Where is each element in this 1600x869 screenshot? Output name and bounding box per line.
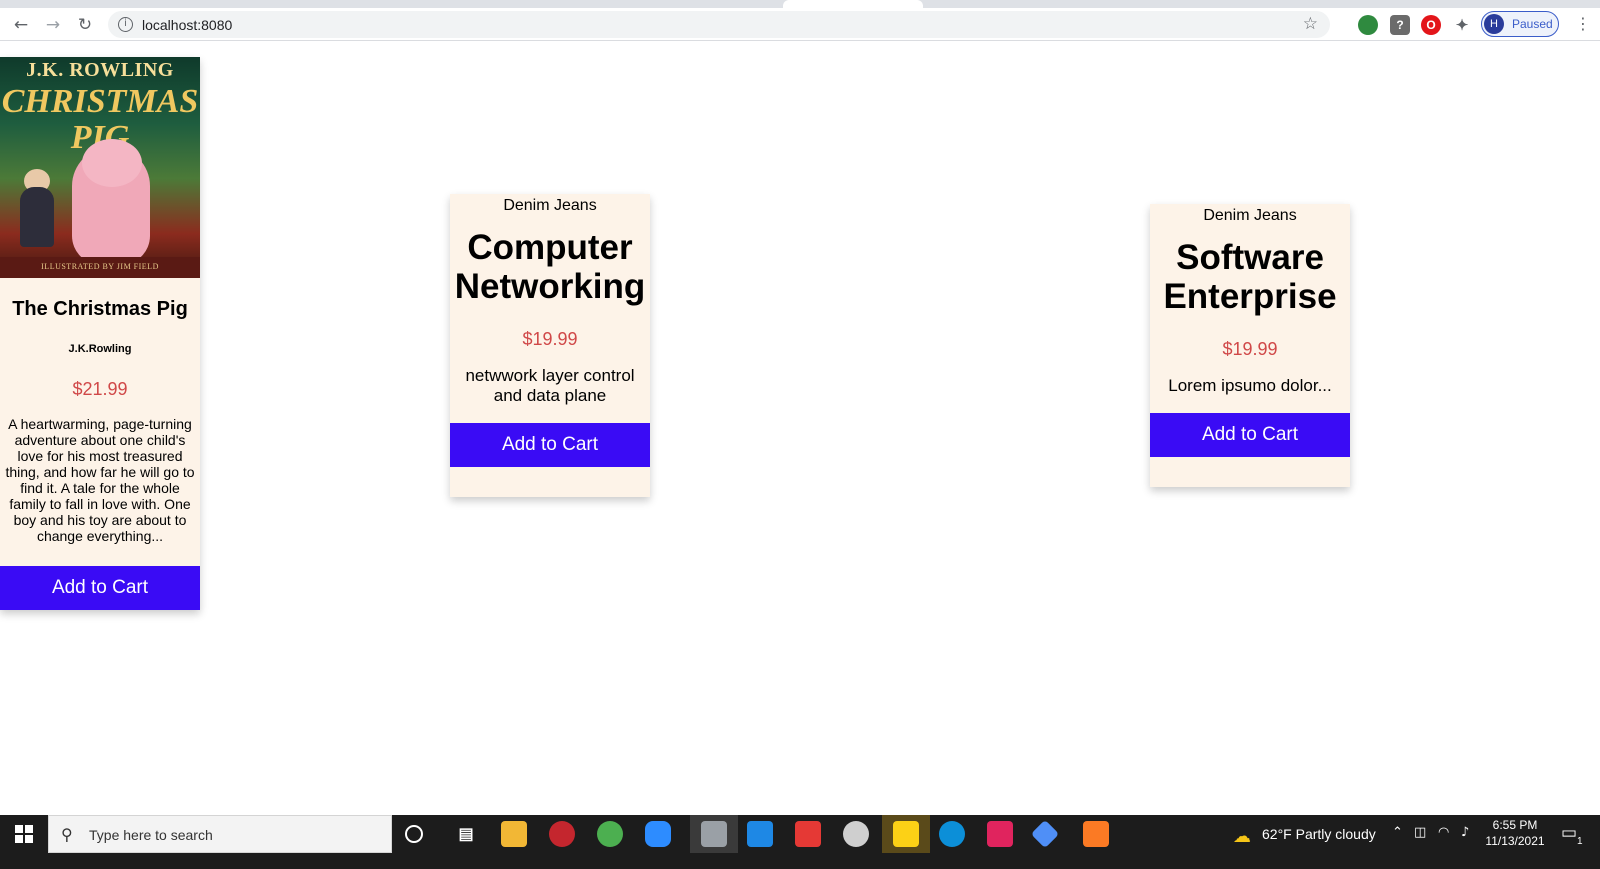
weather-icon[interactable]: ☁ [1233,826,1251,847]
clock-time: 6:55 PM [1492,818,1538,832]
cover-author: J.K. ROWLING [26,59,174,81]
product-card: Denim Jeans Computer Networking $19.99 n… [450,194,650,497]
extensions-puzzle-icon[interactable]: ✦ [1452,15,1472,35]
recorder-icon[interactable] [795,821,821,847]
mail-icon[interactable] [747,821,773,847]
add-to-cart-button[interactable]: Add to Cart [0,566,200,610]
product-description: netwwork layer control and data plane [465,366,635,405]
cortana-icon[interactable] [405,825,423,843]
product-title: The Christmas Pig [12,298,188,320]
avatar: H [1484,14,1504,34]
product-price: $19.99 [1222,339,1278,359]
notification-count: 1 [1577,836,1583,847]
forward-icon[interactable]: → [40,12,66,38]
site-info-icon[interactable]: i [118,17,133,32]
active-tab[interactable] [783,0,923,8]
add-to-cart-button[interactable]: Add to Cart [450,423,650,467]
product-card: J.K. ROWLING CHRISTMAS PIG ILLUSTRATED B… [0,57,200,610]
chevron-up-icon[interactable]: ⌃ [1392,825,1403,840]
chrome-icon[interactable] [597,821,623,847]
taskbar: ⚲ Type here to search ▤ ☁ 62°F Partly cl… [0,815,1600,869]
reload-icon[interactable]: ↻ [72,12,98,38]
sourcetree-icon[interactable] [1030,819,1060,849]
product-title: Software Enterprise [1163,238,1337,316]
broken-image-icon: Denim Jeans [1203,207,1296,225]
product-card: Denim Jeans Software Enterprise $19.99 L… [1150,204,1350,487]
broken-image-icon: Denim Jeans [503,197,596,215]
add-to-cart-button[interactable]: Add to Cart [1150,413,1350,457]
browser-menu-icon[interactable]: ⋮ [1575,14,1591,33]
search-placeholder: Type here to search [89,827,213,843]
cover-boy [20,187,54,247]
book-cover-image: J.K. ROWLING CHRISTMAS PIG ILLUSTRATED B… [0,57,200,278]
notification-icon[interactable]: ▭ [1561,823,1577,843]
address-bar[interactable]: i localhost:8080 ☆ [108,11,1330,38]
extension-opera-icon[interactable]: O [1421,15,1441,35]
profile-button[interactable]: H Paused [1481,11,1559,37]
image-alt-text: Denim Jeans [1203,207,1297,224]
meet-now-icon[interactable]: ◫ [1414,825,1426,840]
product-description: A heartwarming, page-turning adventure a… [5,416,195,544]
wifi-icon[interactable]: ◠ [1438,825,1449,840]
browser-toolbar: ← → ↻ i localhost:8080 ☆ ? O ✦ H Paused … [0,8,1600,41]
file-explorer-icon[interactable] [501,821,527,847]
weather-text[interactable]: 62°F Partly cloudy [1262,826,1376,842]
app-gray-icon[interactable] [843,821,869,847]
back-icon[interactable]: ← [8,12,34,38]
snipping-tool-icon[interactable] [701,821,727,847]
product-price: $21.99 [72,379,128,399]
product-description: Lorem ipsumo dolor... [1168,376,1332,395]
task-view-icon[interactable]: ▤ [453,821,479,847]
taskbar-search-box[interactable]: ⚲ Type here to search [48,815,392,853]
extension-globe-icon[interactable] [1358,15,1378,35]
image-alt-text: Denim Jeans [503,197,597,214]
windows-start-icon[interactable] [0,815,48,853]
app-red-circle-icon[interactable] [549,821,575,847]
product-price: $19.99 [522,329,578,349]
clock-date: 11/13/2021 [1485,834,1545,848]
profile-status: Paused [1512,17,1553,31]
cover-pig-head [82,139,142,187]
tab-strip [0,0,1600,8]
volume-icon[interactable]: ♪ [1461,825,1469,840]
url-text[interactable]: localhost:8080 [142,17,232,33]
cover-title-line1: CHRISTMAS [1,83,199,120]
search-icon: ⚲ [61,825,73,844]
intellij-icon[interactable] [987,821,1013,847]
cover-illustrator: ILLUSTRATED BY JIM FIELD [41,262,159,271]
product-author: J.K.Rowling [68,343,132,355]
system-clock[interactable]: 6:55 PM 11/13/2021 [1480,817,1550,849]
edge-icon[interactable] [939,821,965,847]
zoom-icon[interactable] [645,821,671,847]
xampp-icon[interactable] [1083,821,1109,847]
product-title: Computer Networking [454,228,646,306]
sticky-notes-icon[interactable] [893,821,919,847]
bookmark-star-icon[interactable]: ☆ [1303,14,1318,34]
extension-help-icon[interactable]: ? [1390,15,1410,35]
